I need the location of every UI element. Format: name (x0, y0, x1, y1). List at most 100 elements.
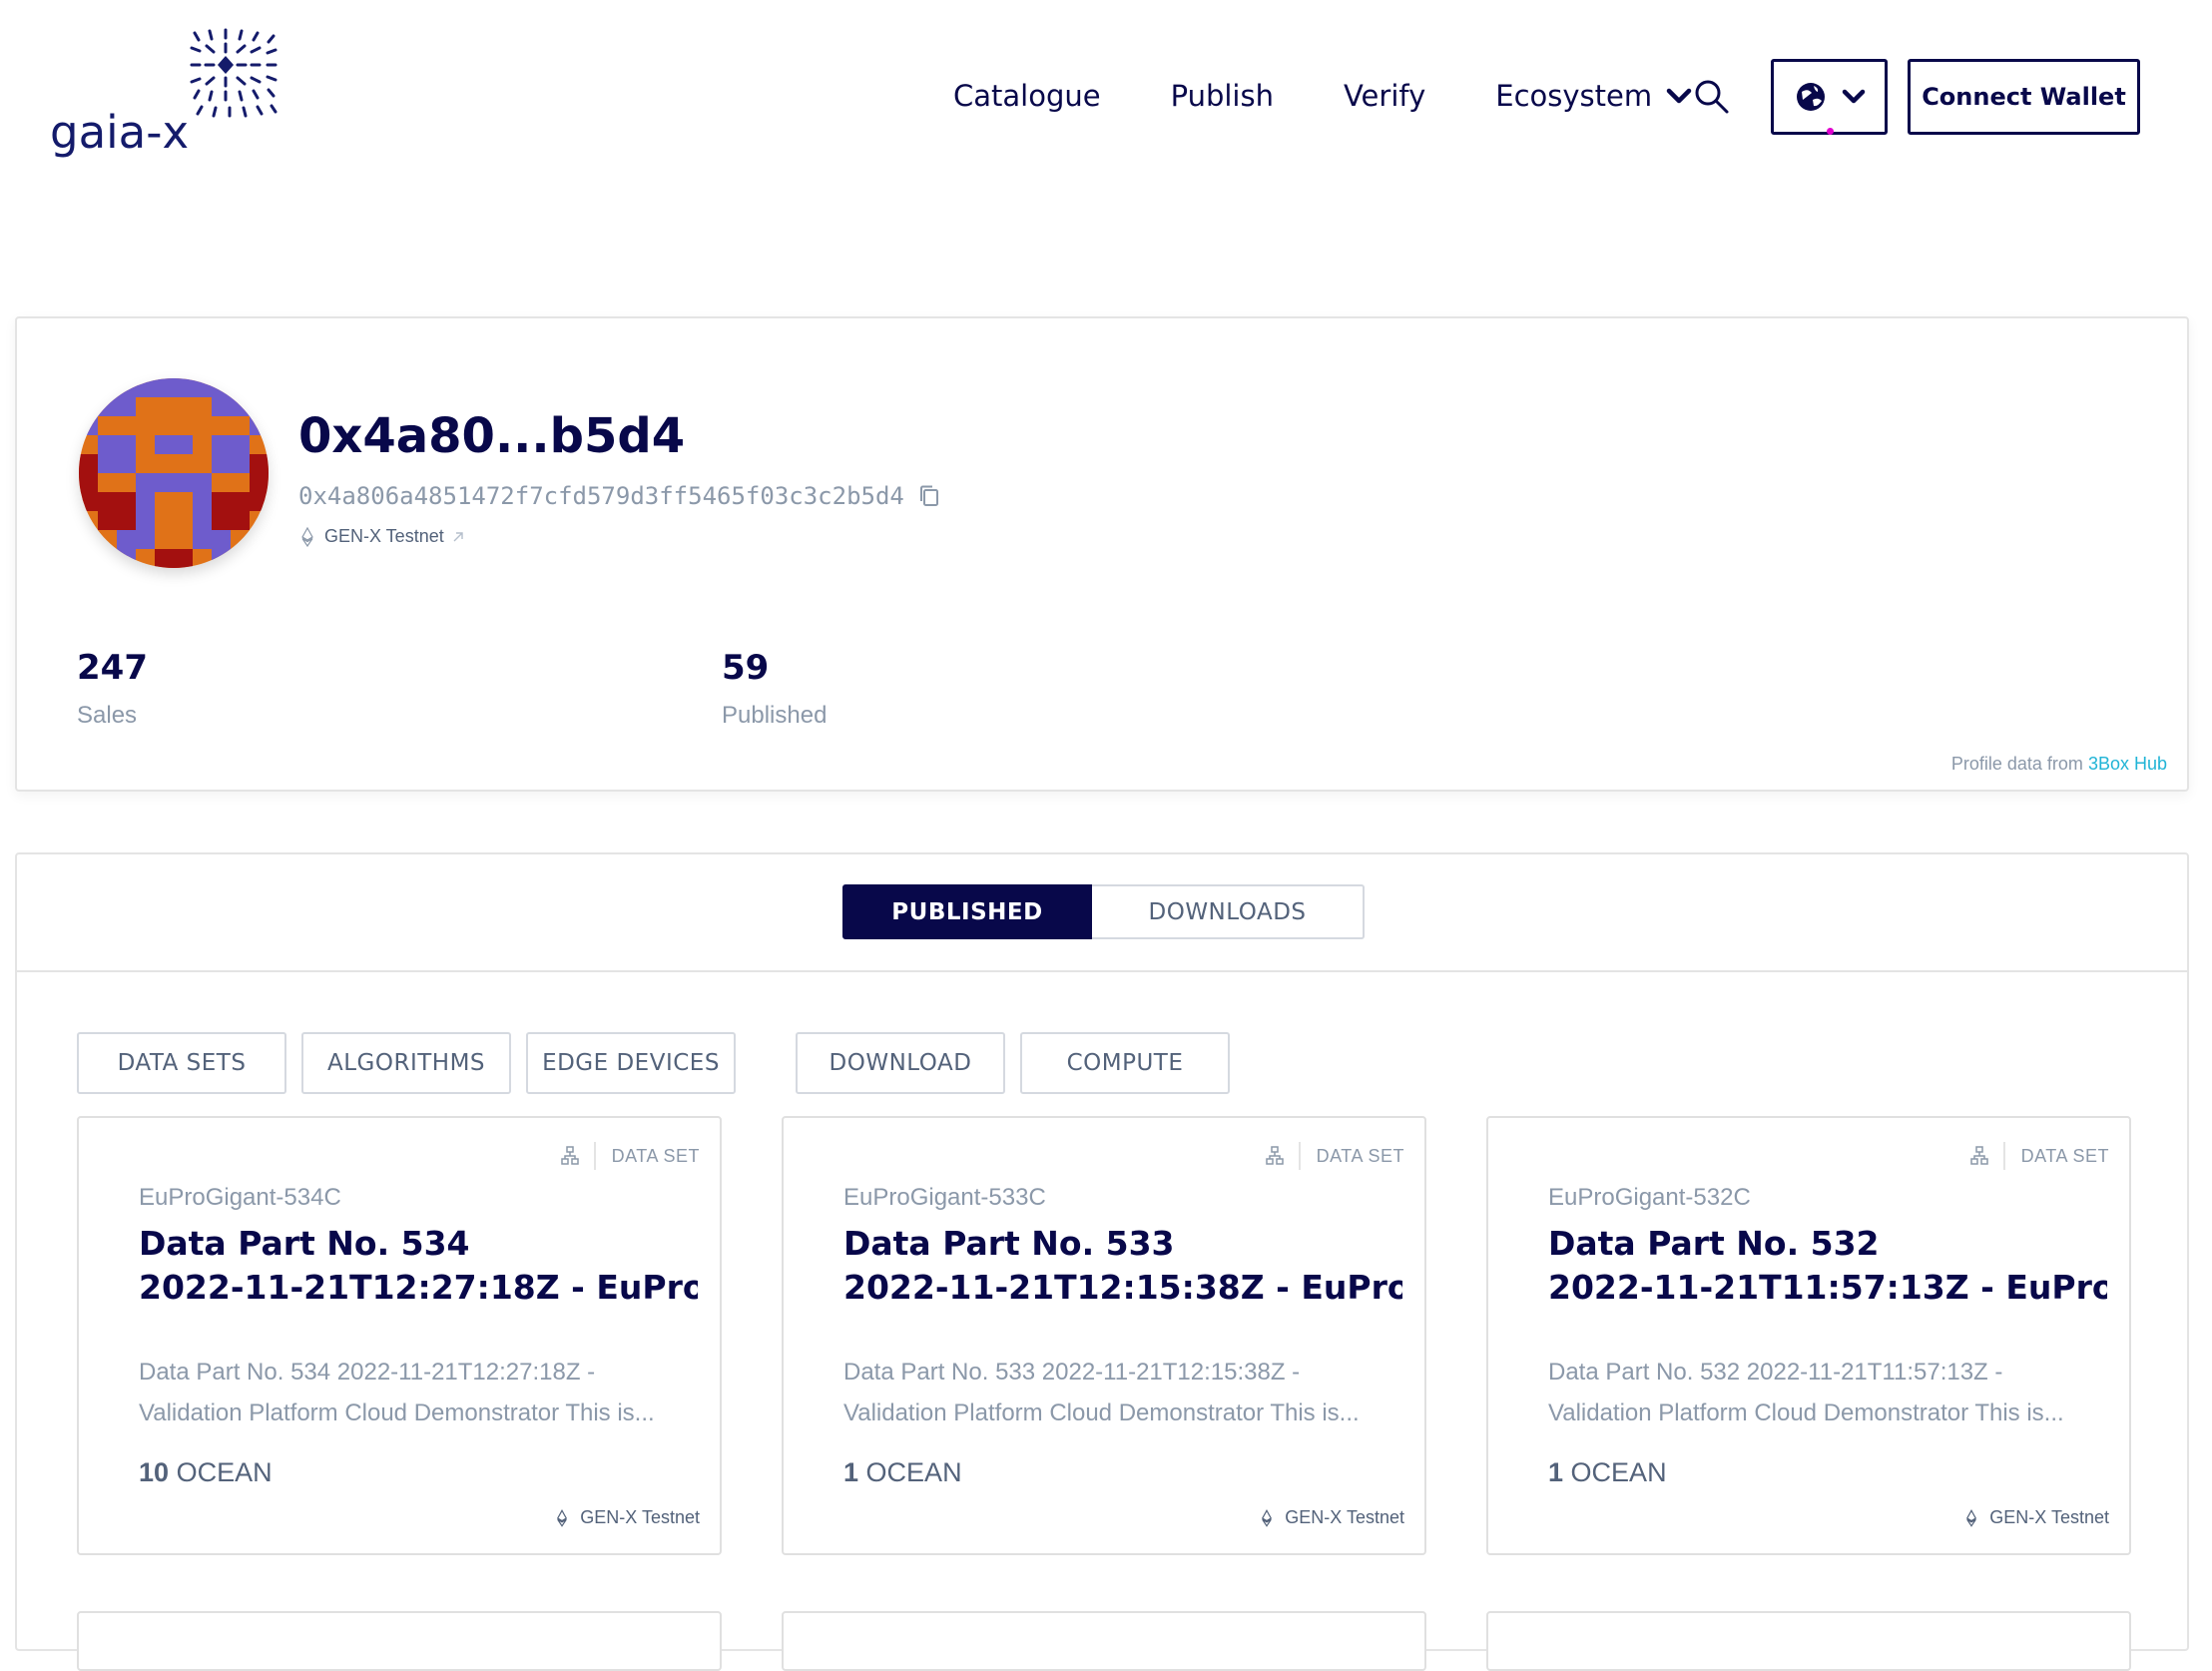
asset-type: DATA SET (1969, 1142, 2109, 1170)
asset-description: Data Part No. 532 2022-11-21T11:57:13Z -… (1548, 1352, 2107, 1433)
filter-compute[interactable]: COMPUTE (1020, 1032, 1230, 1094)
asset-type-label: DATA SET (2020, 1145, 2109, 1166)
stat-sales: 247 Sales (77, 648, 148, 730)
asset-type-label: DATA SET (611, 1145, 700, 1166)
network-globe-icon (1796, 83, 1825, 111)
profile-network-label: GEN-X Testnet (324, 526, 444, 546)
asset-network: GEN-X Testnet (1965, 1507, 2109, 1528)
nav-verify[interactable]: Verify (1344, 79, 1425, 113)
asset-network: GEN-X Testnet (556, 1507, 700, 1528)
profile-source-prefix: Profile data from (1950, 754, 2083, 774)
external-link-icon[interactable] (452, 531, 464, 543)
chevron-down-icon (1666, 88, 1692, 104)
asset-description-line: Validation Platform Cloud Demonstrator T… (139, 1399, 655, 1426)
asset-description: Data Part No. 533 2022-11-21T12:15:38Z -… (843, 1352, 1402, 1433)
asset-title: Data Part No. 532 2022-11-21T11:57:13Z -… (1548, 1222, 2107, 1310)
profile-name: 0x4a80...b5d4 (298, 408, 686, 464)
asset-publisher: EuProGigant-533C (843, 1184, 1046, 1211)
asset-price: 10 OCEAN (139, 1457, 273, 1488)
profile-address: 0x4a806a4851472f7cfd579d3ff5465f03c3c2b5… (298, 482, 940, 510)
network-selector-button[interactable] (1771, 59, 1888, 135)
dataset-icon (1969, 1146, 1988, 1165)
asset-card-partial[interactable] (782, 1611, 1426, 1671)
profile-address-text: 0x4a806a4851472f7cfd579d3ff5465f03c3c2b5… (298, 482, 904, 510)
gaia-x-logo[interactable]: gaia-x (50, 28, 299, 168)
network-indicator-dot (1827, 128, 1834, 135)
tab-downloads[interactable]: DOWNLOADS (1092, 884, 1365, 939)
asset-network: GEN-X Testnet (1261, 1507, 1404, 1528)
asset-card[interactable]: DATA SET EuProGigant-534C Data Part No. … (77, 1116, 722, 1555)
asset-title-line: 2022-11-21T12:15:38Z - EuPro... (843, 1268, 1402, 1307)
asset-description-line: Data Part No. 534 2022-11-21T12:27:18Z - (139, 1359, 596, 1386)
filter-algorithms[interactable]: ALGORITHMS (301, 1032, 511, 1094)
asset-price: 1 OCEAN (843, 1457, 962, 1488)
history-tabs: PUBLISHED DOWNLOADS (17, 854, 2187, 972)
connect-wallet-button[interactable]: Connect Wallet (1908, 59, 2140, 135)
main-nav: Catalogue Publish Verify Ecosystem (953, 60, 1742, 132)
asset-publisher: EuProGigant-532C (1548, 1184, 1751, 1211)
asset-price-currency: OCEAN (176, 1457, 273, 1487)
asset-network-label: GEN-X Testnet (1285, 1507, 1404, 1527)
ethereum-icon (557, 1508, 568, 1527)
search-icon[interactable] (1694, 79, 1730, 115)
asset-type: DATA SET (1265, 1142, 1404, 1170)
nav-publish[interactable]: Publish (1171, 79, 1274, 113)
tab-published[interactable]: PUBLISHED (842, 884, 1092, 939)
asset-title-line: Data Part No. 534 (139, 1224, 470, 1263)
asset-price-value: 1 (843, 1457, 859, 1487)
asset-price: 1 OCEAN (1548, 1457, 1667, 1488)
asset-description-line: Validation Platform Cloud Demonstrator T… (843, 1399, 1360, 1426)
asset-description-line: Data Part No. 532 2022-11-21T11:57:13Z - (1548, 1359, 2003, 1386)
asset-title-line: Data Part No. 533 (843, 1224, 1175, 1263)
chevron-down-icon (1842, 89, 1865, 104)
asset-price-currency: OCEAN (865, 1457, 962, 1487)
stat-sales-label: Sales (77, 702, 138, 729)
asset-description: Data Part No. 534 2022-11-21T12:27:18Z -… (139, 1352, 698, 1433)
asset-type-divider (2002, 1142, 2005, 1170)
asset-card[interactable]: DATA SET EuProGigant-533C Data Part No. … (782, 1116, 1426, 1555)
asset-price-value: 10 (139, 1457, 170, 1487)
stat-published-value: 59 (722, 648, 770, 688)
asset-type: DATA SET (560, 1142, 700, 1170)
dataset-icon (1265, 1146, 1284, 1165)
asset-title-line: 2022-11-21T11:57:13Z - EuPro... (1548, 1268, 2107, 1307)
asset-publisher: EuProGigant-534C (139, 1184, 341, 1211)
stat-published: 59 Published (722, 648, 827, 730)
asset-title-line: 2022-11-21T12:27:18Z - EuPro... (139, 1268, 698, 1307)
asset-card[interactable]: DATA SET EuProGigant-532C Data Part No. … (1486, 1116, 2131, 1555)
filter-edge-devices[interactable]: EDGE DEVICES (526, 1032, 736, 1094)
ethereum-icon (1262, 1508, 1273, 1527)
site-header: gaia-x Catalogue Publish Verify Ecosyste… (0, 0, 2212, 200)
stat-published-label: Published (722, 702, 828, 729)
profile-network: GEN-X Testnet (300, 526, 464, 547)
nav-ecosystem-label: Ecosystem (1495, 79, 1653, 113)
asset-card-partial[interactable] (1486, 1611, 2131, 1671)
filter-data-sets[interactable]: DATA SETS (77, 1032, 286, 1094)
asset-price-value: 1 (1548, 1457, 1564, 1487)
asset-type-divider (593, 1142, 596, 1170)
history-section: PUBLISHED DOWNLOADS DATA SETS ALGORITHMS… (15, 852, 2189, 1671)
asset-network-label: GEN-X Testnet (1989, 1507, 2109, 1527)
logo-dots-icon (190, 28, 277, 118)
asset-type-label: DATA SET (1316, 1145, 1404, 1166)
copy-icon[interactable] (918, 484, 940, 508)
profile-card: 0x4a80...b5d4 0x4a806a4851472f7cfd579d3f… (15, 316, 2189, 792)
asset-type-divider (1298, 1142, 1301, 1170)
asset-description-line: Data Part No. 533 2022-11-21T12:15:38Z - (843, 1359, 1301, 1386)
profile-source: Profile data from 3Box Hub (1951, 754, 2167, 775)
nav-ecosystem[interactable]: Ecosystem (1495, 79, 1692, 113)
asset-title-line: Data Part No. 532 (1548, 1224, 1880, 1263)
dataset-icon (560, 1146, 579, 1165)
asset-network-label: GEN-X Testnet (580, 1507, 700, 1527)
profile-source-link[interactable]: 3Box Hub (2088, 754, 2167, 774)
stat-sales-value: 247 (77, 648, 148, 688)
asset-description-line: Validation Platform Cloud Demonstrator T… (1548, 1399, 2064, 1426)
asset-title: Data Part No. 533 2022-11-21T12:15:38Z -… (843, 1222, 1402, 1310)
asset-title: Data Part No. 534 2022-11-21T12:27:18Z -… (139, 1222, 698, 1310)
asset-card-partial[interactable] (77, 1611, 722, 1671)
ethereum-icon (1966, 1508, 1977, 1527)
filter-download[interactable]: DOWNLOAD (796, 1032, 1005, 1094)
logo-text: gaia-x (50, 106, 190, 159)
nav-catalogue[interactable]: Catalogue (953, 79, 1101, 113)
ethereum-icon (301, 526, 313, 547)
